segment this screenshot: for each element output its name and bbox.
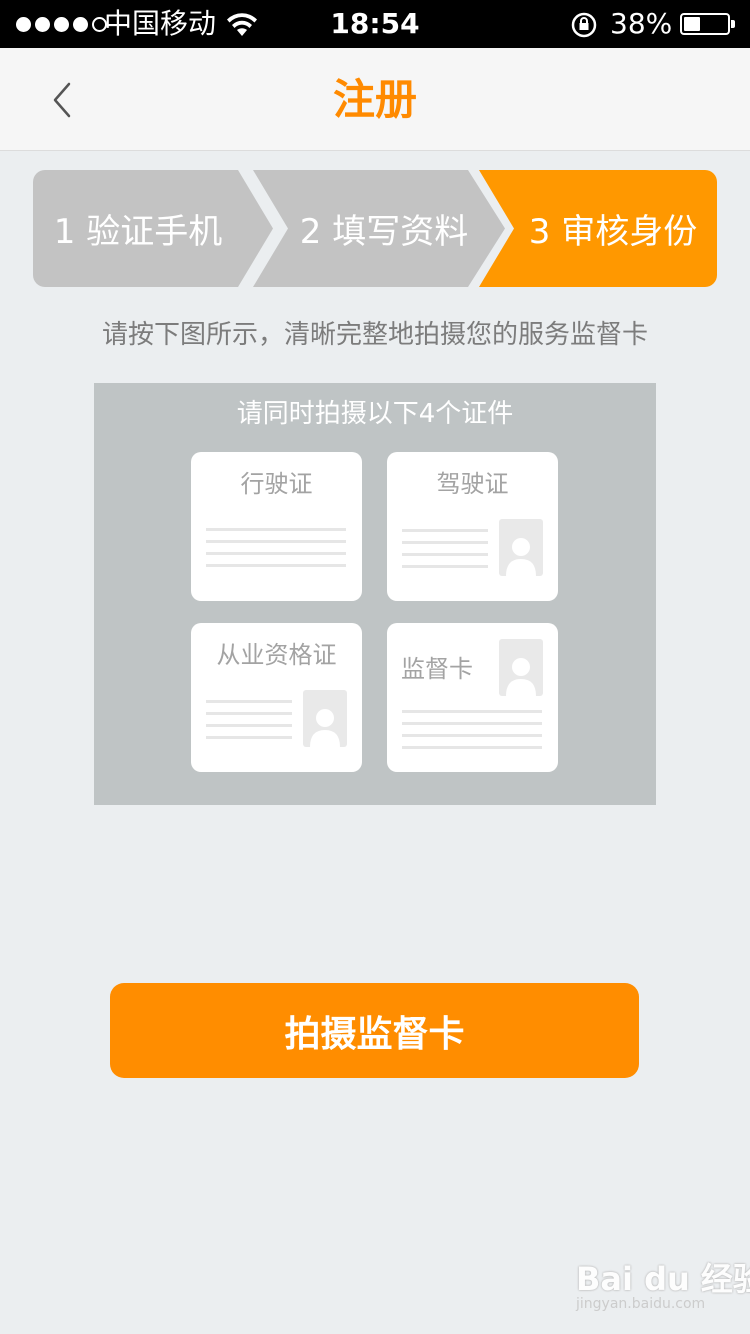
step-verify-identity: 3 审核身份 bbox=[479, 170, 717, 287]
status-bar: 中国移动 18:54 38% bbox=[0, 0, 750, 48]
supervision-card: 监督卡 bbox=[387, 623, 558, 772]
capture-supervision-card-button[interactable]: 拍摄监督卡 bbox=[110, 983, 639, 1078]
text-lines bbox=[206, 700, 292, 748]
step-verify-phone: 1 验证手机 bbox=[33, 170, 273, 287]
illustration-title: 请同时拍摄以下4个证件 bbox=[236, 399, 514, 429]
nav-bar: 注册 bbox=[0, 48, 750, 151]
card-label: 驾驶证 bbox=[436, 470, 509, 498]
step-indicator: 1 验证手机 2 填写资料 3 审核身份 bbox=[33, 170, 717, 287]
page-title: 注册 bbox=[332, 75, 417, 124]
battery-icon bbox=[680, 13, 735, 35]
instruction-text: 请按下图所示，清晰完整地拍摄您的服务监督卡 bbox=[101, 320, 648, 350]
card-label: 行驶证 bbox=[240, 470, 313, 498]
watermark-url: jingyan.baidu.com bbox=[576, 1296, 706, 1312]
text-lines bbox=[206, 528, 346, 576]
text-lines bbox=[402, 529, 488, 577]
driver-license-card: 驾驶证 bbox=[387, 452, 558, 601]
card-label: 监督卡 bbox=[401, 655, 473, 683]
portrait-icon bbox=[499, 519, 543, 576]
baidu-jingyan-watermark: Bai du 经验 jingyan.baidu.com bbox=[576, 1254, 750, 1322]
document-illustration: 请同时拍摄以下4个证件 行驶证 驾驶证 从业资格证 监督卡 bbox=[94, 383, 656, 805]
battery-percent: 38% bbox=[610, 7, 673, 40]
vehicle-license-card: 行驶证 bbox=[191, 452, 362, 601]
step-fill-info: 2 填写资料 bbox=[253, 170, 505, 287]
portrait-icon bbox=[303, 690, 347, 747]
text-lines bbox=[402, 710, 542, 758]
watermark-brand: Bai du 经验 bbox=[576, 1260, 750, 1298]
card-label: 从业资格证 bbox=[216, 641, 337, 669]
portrait-icon bbox=[499, 639, 543, 696]
rotation-lock-icon bbox=[571, 12, 597, 38]
qualification-card: 从业资格证 bbox=[191, 623, 362, 772]
